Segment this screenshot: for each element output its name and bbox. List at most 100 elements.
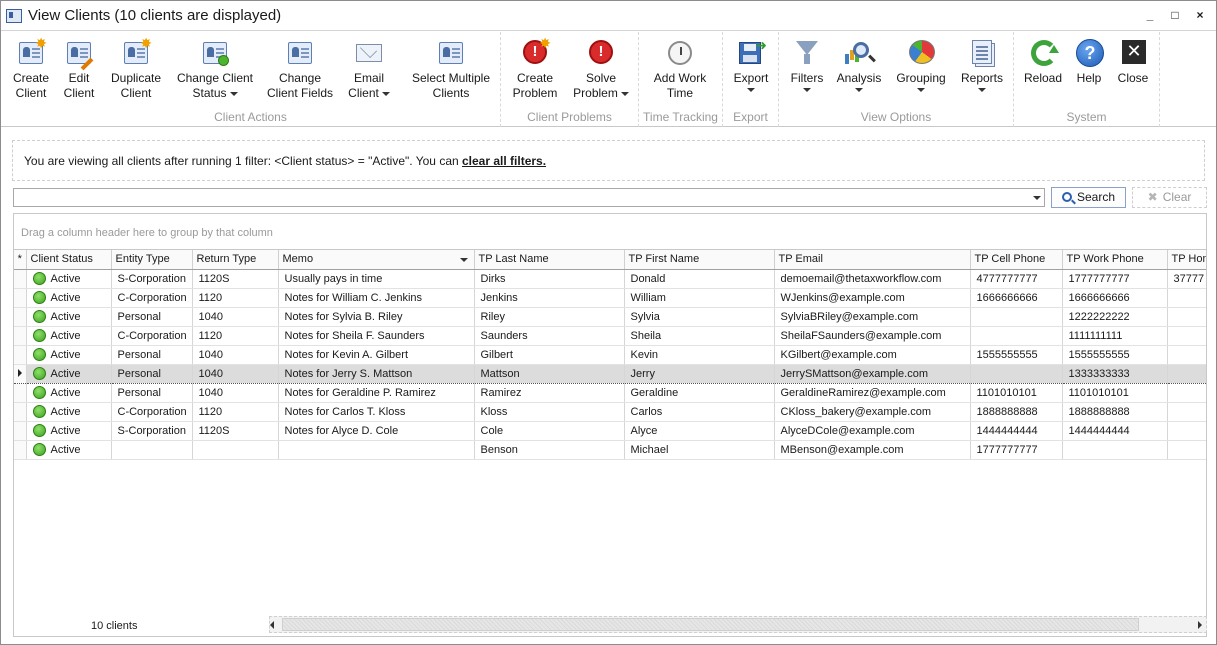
cell-entity-type[interactable]: S-Corporation bbox=[111, 269, 193, 289]
cell-tp-work-phone[interactable]: 1111111111 bbox=[1062, 326, 1168, 346]
cell-memo[interactable]: Usually pays in time bbox=[278, 269, 475, 289]
add-work-time-button[interactable]: Add Work Time bbox=[651, 36, 709, 101]
grouping-button[interactable]: Grouping bbox=[893, 36, 949, 92]
table-row[interactable]: Active S-Corporation 1120S Usually pays in … bbox=[14, 269, 1206, 289]
cell-return-type[interactable]: 1120 bbox=[192, 326, 279, 346]
select-multiple-clients-button[interactable]: Select Multiple Clients bbox=[408, 36, 494, 101]
cell-client-status[interactable]: Active bbox=[26, 307, 112, 327]
scroll-left-icon[interactable] bbox=[270, 621, 274, 629]
cell-entity-type[interactable]: Personal bbox=[111, 363, 193, 384]
cell-tp-first-name[interactable]: Kevin bbox=[624, 345, 775, 365]
cell-memo[interactable]: Notes for Geraldine P. Ramirez bbox=[278, 383, 475, 403]
cell-tp-cell-phone[interactable] bbox=[970, 326, 1063, 346]
table-row[interactable]: Active Personal 1040 Notes for Geraldine P.… bbox=[14, 383, 1206, 403]
cell-memo[interactable]: Notes for Carlos T. Kloss bbox=[278, 402, 475, 422]
cell-tp-last-name[interactable]: Riley bbox=[474, 307, 625, 327]
close-button[interactable]: ✕ Close bbox=[1114, 36, 1152, 86]
cell-tp-email[interactable]: demoemail@thetaxworkflow.com bbox=[774, 269, 971, 289]
column-header-tp-work-phone[interactable]: TP Work Phone bbox=[1062, 250, 1168, 270]
create-client-button[interactable]: ✸ Create Client bbox=[9, 36, 53, 101]
cell-client-status[interactable]: Active bbox=[26, 269, 112, 289]
column-header-tp-email[interactable]: TP Email bbox=[774, 250, 971, 270]
cell-tp-home-phone[interactable] bbox=[1167, 288, 1206, 308]
column-header-client-status[interactable]: Client Status bbox=[26, 250, 112, 270]
cell-tp-cell-phone[interactable]: 1444444444 bbox=[970, 421, 1063, 441]
edit-client-button[interactable]: Edit Client bbox=[59, 36, 99, 101]
cell-tp-cell-phone[interactable]: 4777777777 bbox=[970, 269, 1063, 289]
cell-tp-home-phone[interactable] bbox=[1167, 345, 1206, 365]
table-row[interactable]: Active C-Corporation 1120 Notes for Carlos … bbox=[14, 402, 1206, 422]
cell-tp-email[interactable]: AlyceDCole@example.com bbox=[774, 421, 971, 441]
cell-return-type[interactable] bbox=[192, 440, 279, 460]
search-combo[interactable] bbox=[13, 188, 1045, 207]
create-problem-button[interactable]: ✸ Create Problem bbox=[509, 36, 561, 101]
cell-tp-last-name[interactable]: Kloss bbox=[474, 402, 625, 422]
cell-entity-type[interactable]: C-Corporation bbox=[111, 288, 193, 308]
cell-tp-cell-phone[interactable]: 1101010101 bbox=[970, 383, 1063, 403]
change-client-fields-button[interactable]: Change Client Fields bbox=[264, 36, 336, 101]
cell-return-type[interactable]: 1120S bbox=[192, 421, 279, 441]
cell-tp-last-name[interactable]: Jenkins bbox=[474, 288, 625, 308]
search-input[interactable] bbox=[14, 189, 1024, 206]
cell-return-type[interactable]: 1120 bbox=[192, 402, 279, 422]
cell-entity-type[interactable]: C-Corporation bbox=[111, 402, 193, 422]
cell-return-type[interactable]: 1040 bbox=[192, 363, 279, 384]
table-row[interactable]: Active S-Corporation 1120S Notes for Alyce … bbox=[14, 421, 1206, 441]
cell-memo[interactable]: Notes for William C. Jenkins bbox=[278, 288, 475, 308]
column-header-entity-type[interactable]: Entity Type bbox=[111, 250, 193, 270]
minimize-button[interactable]: _ bbox=[1144, 7, 1156, 23]
clear-all-filters-link[interactable]: clear all filters. bbox=[462, 154, 546, 168]
row-indicator[interactable] bbox=[14, 326, 27, 346]
change-client-status-button[interactable]: Change Client Status bbox=[173, 36, 257, 101]
cell-tp-email[interactable]: MBenson@example.com bbox=[774, 440, 971, 460]
row-indicator[interactable] bbox=[14, 421, 27, 441]
cell-tp-email[interactable]: SylviaBRiley@example.com bbox=[774, 307, 971, 327]
cell-tp-email[interactable]: GeraldineRamirez@example.com bbox=[774, 383, 971, 403]
column-header-memo[interactable]: Memo bbox=[278, 250, 475, 270]
cell-client-status[interactable]: Active bbox=[26, 345, 112, 365]
cell-tp-email[interactable]: KGilbert@example.com bbox=[774, 345, 971, 365]
horizontal-scrollbar[interactable] bbox=[269, 616, 1207, 633]
row-indicator[interactable] bbox=[14, 440, 27, 460]
column-header-return-type[interactable]: Return Type bbox=[192, 250, 279, 270]
column-header-tp-first-name[interactable]: TP First Name bbox=[624, 250, 775, 270]
cell-tp-cell-phone[interactable]: 1888888888 bbox=[970, 402, 1063, 422]
reload-button[interactable]: Reload bbox=[1022, 36, 1064, 86]
cell-tp-last-name[interactable]: Benson bbox=[474, 440, 625, 460]
cell-return-type[interactable]: 1040 bbox=[192, 383, 279, 403]
cell-client-status[interactable]: Active bbox=[26, 440, 112, 460]
cell-tp-email[interactable]: WJenkins@example.com bbox=[774, 288, 971, 308]
column-header-tp-cell-phone[interactable]: TP Cell Phone bbox=[970, 250, 1063, 270]
close-window-button[interactable]: × bbox=[1194, 7, 1206, 23]
cell-entity-type[interactable]: Personal bbox=[111, 345, 193, 365]
row-indicator[interactable] bbox=[14, 269, 27, 289]
cell-tp-home-phone[interactable] bbox=[1167, 440, 1206, 460]
cell-tp-last-name[interactable]: Dirks bbox=[474, 269, 625, 289]
cell-return-type[interactable]: 1120S bbox=[192, 269, 279, 289]
cell-tp-first-name[interactable]: Michael bbox=[624, 440, 775, 460]
table-row[interactable]: Active Personal 1040 Notes for Sylvia B. Ri… bbox=[14, 307, 1206, 327]
cell-tp-work-phone[interactable] bbox=[1062, 440, 1168, 460]
cell-tp-first-name[interactable]: Sylvia bbox=[624, 307, 775, 327]
cell-tp-last-name[interactable]: Gilbert bbox=[474, 345, 625, 365]
filters-button[interactable]: Filters bbox=[787, 36, 827, 92]
maximize-button[interactable]: □ bbox=[1169, 7, 1181, 23]
cell-return-type[interactable]: 1040 bbox=[192, 345, 279, 365]
search-button[interactable]: Search bbox=[1051, 187, 1126, 208]
column-header-tp-home-phone[interactable]: TP Hom bbox=[1167, 250, 1206, 270]
cell-tp-cell-phone[interactable] bbox=[970, 307, 1063, 327]
cell-tp-first-name[interactable]: Alyce bbox=[624, 421, 775, 441]
table-row[interactable]: Active C-Corporation 1120 Notes for William… bbox=[14, 288, 1206, 308]
row-indicator[interactable] bbox=[14, 383, 27, 403]
cell-client-status[interactable]: Active bbox=[26, 402, 112, 422]
row-indicator[interactable] bbox=[14, 345, 27, 365]
cell-tp-home-phone[interactable] bbox=[1167, 402, 1206, 422]
cell-tp-work-phone[interactable]: 1101010101 bbox=[1062, 383, 1168, 403]
cell-tp-home-phone[interactable] bbox=[1167, 307, 1206, 327]
cell-tp-last-name[interactable]: Mattson bbox=[474, 363, 625, 384]
help-button[interactable]: ? Help bbox=[1072, 36, 1106, 86]
cell-entity-type[interactable]: Personal bbox=[111, 383, 193, 403]
cell-tp-home-phone[interactable]: 37777 bbox=[1167, 269, 1206, 289]
filter-dropdown-icon[interactable] bbox=[459, 258, 468, 262]
cell-tp-last-name[interactable]: Ramirez bbox=[474, 383, 625, 403]
